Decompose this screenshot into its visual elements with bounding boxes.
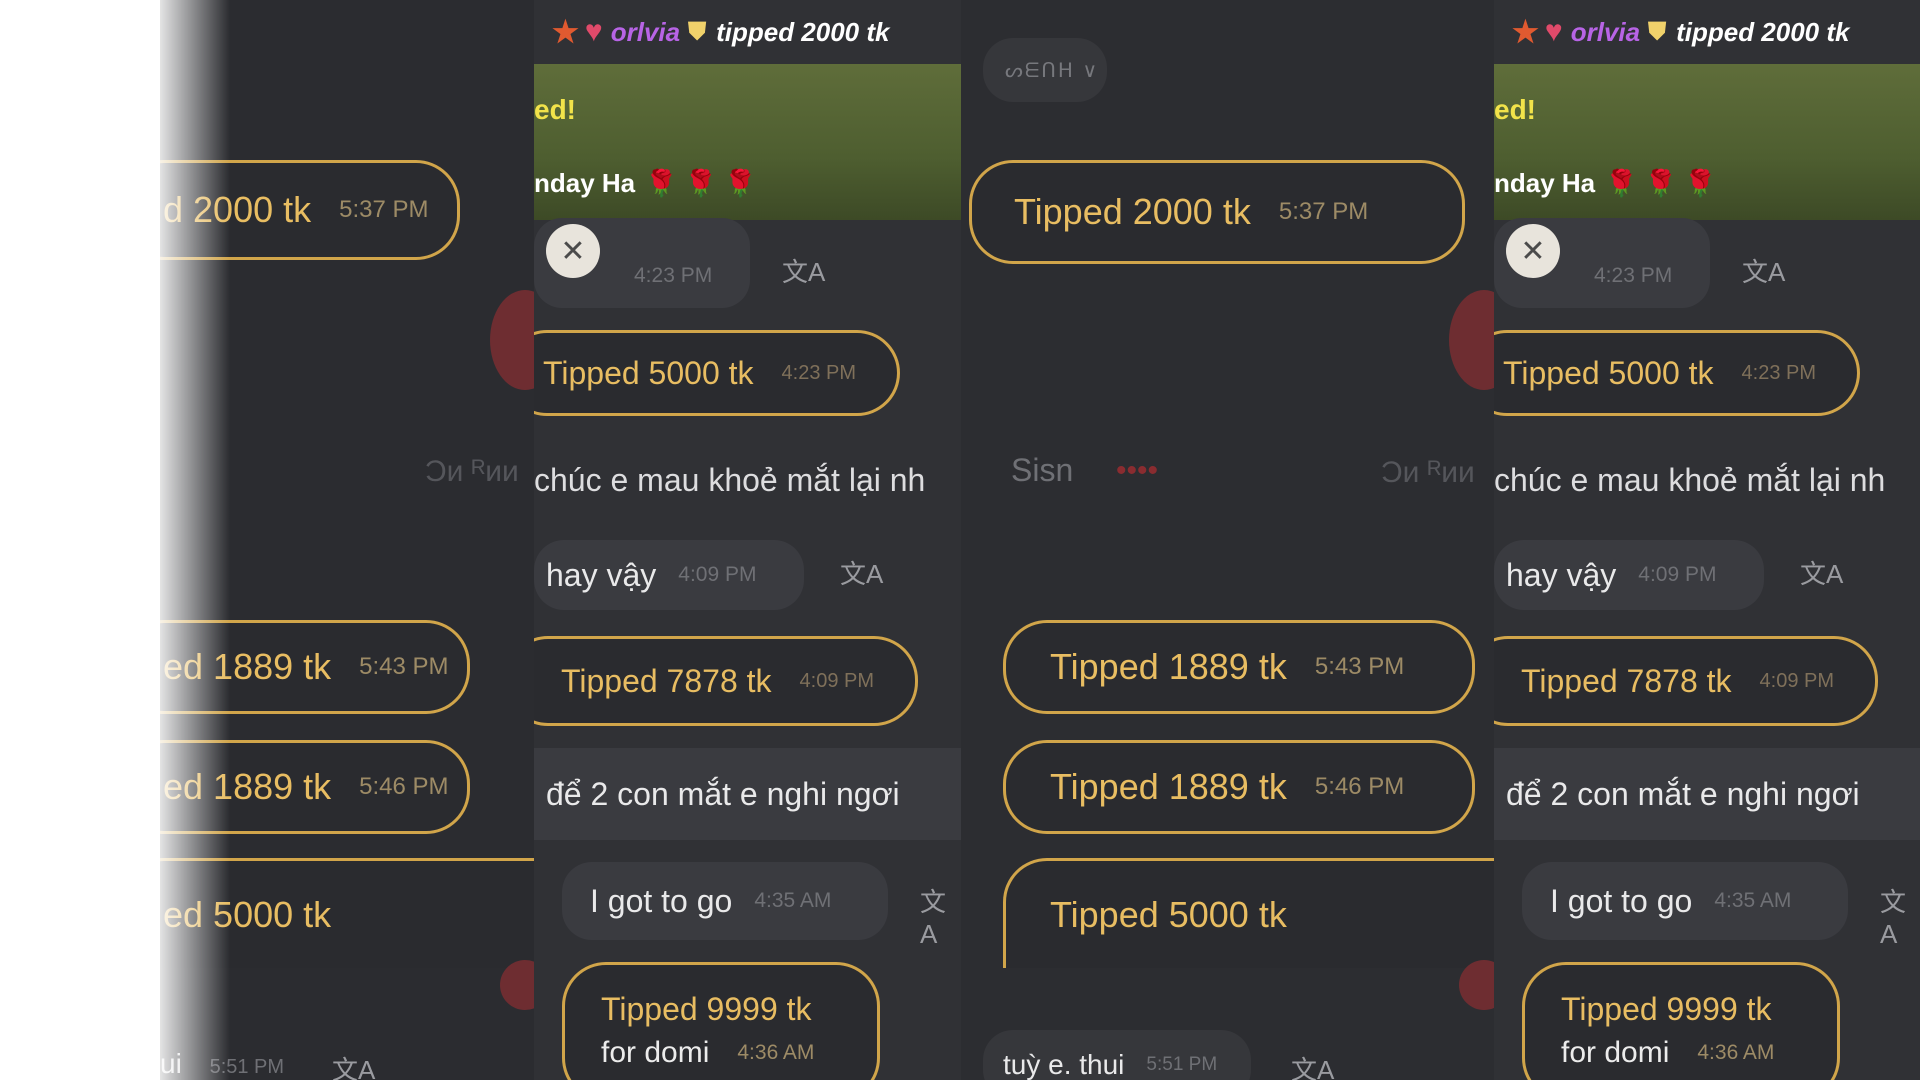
translate-icon[interactable]: 文A [332,1050,375,1080]
sticker-icon: ✕ [546,224,600,278]
translate-icon[interactable]: 文A [920,882,961,950]
message-chuc: chúc e mau khoẻ mắt lại nh [1494,462,1886,498]
tip-banner: ★ ♥ orlvia ⛊ tipped 2000 tk [552,15,890,49]
tip-message-2000: Tipped 2000 tk 5:37 PM [969,160,1465,264]
chat-panel-3: ᔕᗴᑎᕼ ∨ Tipped 2000 tk 5:37 PM Sisn •••• … [961,0,1494,1080]
chat-panel-2: ★ ♥ orlvia ⛊ tipped 2000 tk ed! nday Ha 🌹… [534,0,961,1080]
video-collage: d 2000 tk 5:37 PM Ɔᴎ ᴿᴎᴎ ed 1889 tk 5:43… [0,0,1920,1080]
translate-icon[interactable]: 文A [1291,1050,1334,1080]
tip-message-1889-a: Tipped 1889 tk 5:43 PM [1003,620,1475,714]
tip-message-7878: Tipped 7878 tk 4:09 PM [534,636,918,726]
white-edge-fade [0,0,230,1080]
message-i-got-to-go: I got to go 4:35 AM [562,862,888,940]
message-chuc: chúc e mau khoẻ mắt lại nh [534,462,926,498]
chat-panel-4: ★ ♥ orlvia ⛊ tipped 2000 tk ed! nday Ha 🌹… [1494,0,1920,1080]
message-hay-vay: hay vậy 4:09 PM [534,540,804,610]
tip-message-1889-b: Tipped 1889 tk 5:46 PM [1003,740,1475,834]
message-i-got-to-go: I got to go 4:35 AM [1522,862,1848,940]
tip-message-7878: Tipped 7878 tk 4:09 PM [1494,636,1878,726]
message-de-2-con-mat: để 2 con mắt e nghi ngơi [534,748,961,840]
translate-icon[interactable]: 文A [1800,554,1843,591]
red-avatar-blur [1459,960,1494,1010]
red-avatar-blur [490,290,534,390]
tip-message-5000-a: Tipped 5000 tk 4:23 PM [1494,330,1860,416]
message-hay-vay: hay vậy 4:09 PM [1494,540,1764,610]
translate-icon[interactable]: 文A [1880,882,1920,950]
username-chip[interactable]: ᔕᗴᑎᕼ ∨ [983,38,1107,102]
gift-banner: ed! nday Ha 🌹 🌹 🌹 [1494,64,1920,220]
tip-message-5000-b: Tipped 5000 tk [1003,858,1494,968]
gift-banner-name: nday Ha 🌹 🌹 🌹 [1494,168,1717,198]
translate-icon[interactable]: 文A [1742,252,1785,289]
star-badge-icon: ★ [1512,15,1539,49]
tip-message-9999: Tipped 9999 tk for domi 4:36 AM [562,962,880,1080]
tip-message-9999: Tipped 9999 tk for domi 4:36 AM [1522,962,1840,1080]
translate-icon[interactable]: 文A [782,252,825,289]
shield-badge-icon: ⛊ [1648,18,1667,45]
tip-message-5000-a: Tipped 5000 tk 4:23 PM [534,330,900,416]
blurred-overlay-text: Sisn [1011,452,1074,488]
translate-icon[interactable]: 文A [840,554,883,591]
message-de-2-con-mat: để 2 con mắt e nghi ngơi [1494,748,1920,840]
message-tuy-e-thui: tuỳ e. thui 5:51 PM [983,1030,1251,1080]
gift-banner-name: nday Ha 🌹 🌹 🌹 [534,168,757,198]
blurred-overlay-text: •••• [1116,454,1159,487]
star-badge-icon: ★ [552,15,579,49]
blurred-overlay-text: Ɔᴎ ᴿᴎᴎ [425,455,519,488]
sticker-icon: ✕ [1506,224,1560,278]
tip-banner: ★ ♥ orlvia ⛊ tipped 2000 tk [1512,15,1850,49]
red-avatar-blur [1449,290,1494,390]
shield-badge-icon: ⛊ [688,18,707,45]
heart-badge-icon: ♥ [584,15,603,48]
gift-banner: ed! nday Ha 🌹 🌹 🌹 [534,64,961,220]
heart-badge-icon: ♥ [1544,15,1563,48]
blurred-overlay-text: Ɔᴎ ᴿᴎᴎ [1381,456,1475,489]
